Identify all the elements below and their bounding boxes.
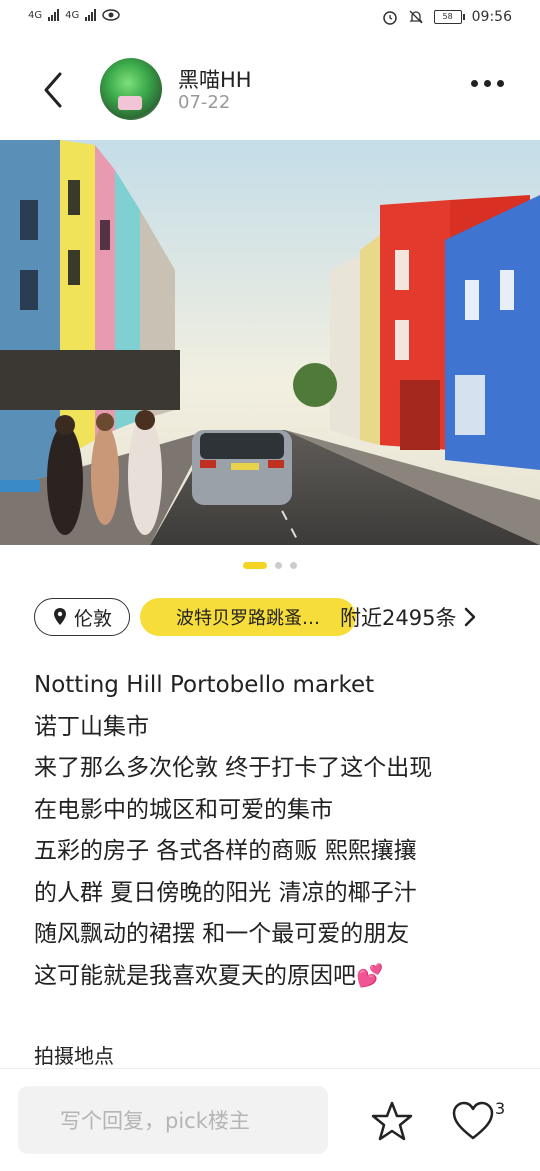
star-icon[interactable]: [370, 1099, 414, 1143]
battery-icon: 58: [433, 10, 465, 24]
reply-placeholder: 写个回复，pick楼主: [60, 1109, 250, 1133]
post-photo[interactable]: [0, 140, 540, 545]
location-tag[interactable]: 伦敦: [34, 598, 130, 636]
reply-input[interactable]: 写个回复，pick楼主: [18, 1086, 328, 1154]
post-date: 07-22: [178, 92, 231, 113]
two-hearts-emoji: 💕: [356, 963, 384, 989]
chevron-right-icon: [465, 607, 476, 627]
carousel-indicator: [0, 562, 540, 569]
mute-bell-icon: [409, 10, 423, 24]
like-count: 3: [495, 1099, 506, 1118]
location-tag-label: 伦敦: [73, 607, 112, 630]
battery-level: 58: [442, 12, 453, 21]
post-line: 在电影中的城区和可爱的集市: [34, 796, 333, 823]
post-line: 来了那么多次伦敦 终于打卡了这个出现: [34, 755, 433, 781]
post-line: Notting Hill Portobello market: [34, 672, 375, 698]
clock-time: 09:56: [471, 9, 512, 25]
post-body: Notting Hill Portobello market 诺丁山集市 来了那…: [34, 665, 514, 997]
eye-icon: [102, 9, 120, 21]
carousel-dot: [290, 562, 297, 569]
tag-row: 伦敦 波特贝罗路跳蚤… 附近2495条: [34, 598, 514, 638]
post-line-last: 这可能就是我喜欢夏天的原因吧💕: [34, 956, 514, 998]
username[interactable]: 黑喵HH: [178, 64, 252, 94]
street-scene-image: [0, 140, 540, 545]
heart-icon[interactable]: [450, 1099, 496, 1143]
topic-tag[interactable]: 波特贝罗路跳蚤…: [140, 598, 356, 636]
shoot-location-heading: 拍摄地点: [34, 1044, 114, 1068]
post-header: 黑喵HH 07-22: [0, 50, 540, 130]
signal-icon: [48, 9, 60, 21]
more-options-icon[interactable]: [471, 80, 504, 87]
location-pin-icon: [53, 608, 66, 625]
alarm-icon: [382, 11, 397, 25]
bottom-action-bar: 写个回复，pick楼主 3: [0, 1068, 540, 1171]
post-line: 随风飘动的裙摆 和一个最可爱的朋友: [34, 921, 410, 947]
post-line: 五彩的房子 各式各样的商贩 熙熙攘攘: [34, 838, 417, 864]
nearby-link[interactable]: 附近2495条: [340, 602, 476, 632]
signal-label-1: 4G: [28, 9, 43, 21]
back-arrow-icon[interactable]: [38, 68, 72, 112]
nearby-count: 附近2495条: [340, 606, 457, 630]
signal-icon-2: [85, 9, 97, 21]
avatar[interactable]: [100, 58, 162, 120]
signal-label-2: 4G: [65, 9, 80, 21]
post-line: 的人群 夏日傍晚的阳光 清凉的椰子汁: [34, 879, 417, 906]
topic-tag-label: 波特贝罗路跳蚤…: [176, 608, 320, 629]
carousel-dot: [275, 562, 282, 569]
post-line-text: 这可能就是我喜欢夏天的原因吧: [34, 962, 356, 989]
carousel-dot-active: [243, 562, 267, 569]
status-bar: 4G 4G 58 09:56: [0, 0, 540, 38]
post-line: 诺丁山集市: [34, 713, 149, 740]
